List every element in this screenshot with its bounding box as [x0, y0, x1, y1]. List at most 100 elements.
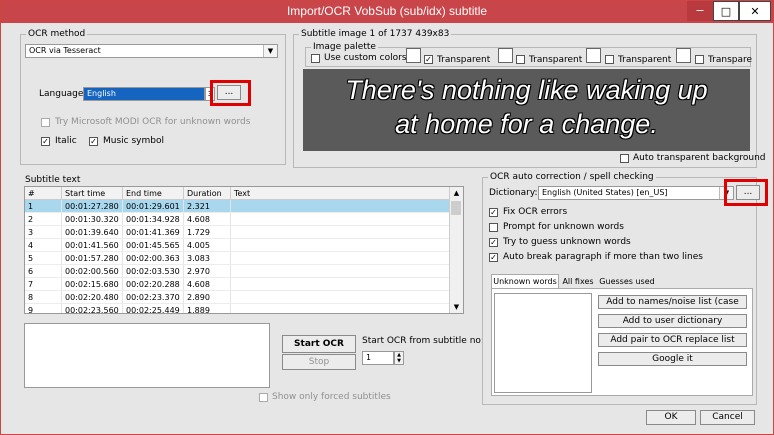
col-text[interactable]: Text — [230, 187, 451, 200]
italic-label: Italic — [55, 136, 77, 146]
list-scrollbar[interactable]: ▲ ▼ — [449, 187, 463, 313]
palette-color-3[interactable] — [586, 48, 601, 63]
transparent-label-3: Transparent — [618, 55, 672, 65]
start-from-spinner[interactable]: ▲ ▼ — [394, 351, 404, 365]
auto-transparent-checkbox[interactable] — [620, 154, 629, 163]
cell-end-time: 00:01:29.601 — [122, 199, 184, 213]
unknown-words-list[interactable] — [494, 293, 592, 393]
cell-text — [230, 251, 451, 265]
ocr-method-select[interactable]: OCR via Tesseract ▼ — [25, 44, 278, 58]
transparent-checkbox-2[interactable] — [516, 55, 525, 64]
cell-start-time: 00:01:27.280 — [61, 199, 123, 213]
subtitle-row[interactable]: 2 00:01:30.320 00:01:34.928 4.608 — [25, 212, 451, 226]
cell-number: 4 — [25, 238, 62, 252]
subtitle-row[interactable]: 9 00:02:23.560 00:02:25.449 1.889 — [25, 303, 451, 313]
subtitle-list[interactable]: # Start time End time Duration Text 1 00:… — [24, 186, 464, 314]
subtitle-row[interactable]: 5 00:01:57.280 00:02:00.363 3.083 — [25, 251, 451, 265]
highlight-box-2 — [724, 179, 768, 206]
subtitle-row[interactable]: 6 00:02:00.560 00:02:03.530 2.970 — [25, 264, 451, 278]
prompt-unknown-checkbox[interactable] — [489, 223, 498, 232]
transparent-checkbox-4[interactable] — [695, 55, 704, 64]
start-ocr-button[interactable]: Start OCR — [282, 335, 356, 353]
start-from-input[interactable]: 1 — [362, 351, 394, 365]
cell-text — [230, 212, 451, 226]
transparent-label-2: Transparent — [529, 55, 583, 65]
cell-start-time: 00:01:41.560 — [61, 238, 123, 252]
cell-number: 3 — [25, 225, 62, 239]
palette-color-4[interactable] — [676, 48, 691, 63]
guess-unknown-label: Try to guess unknown words — [503, 237, 631, 247]
tab-guesses-used[interactable]: Guesses used — [598, 275, 656, 289]
col-duration[interactable]: Duration — [183, 187, 231, 200]
scroll-thumb[interactable] — [451, 201, 461, 215]
cell-number: 8 — [25, 290, 62, 304]
tab-all-fixes[interactable]: All fixes — [561, 275, 595, 289]
transparent-checkbox-1[interactable]: ✓ — [424, 55, 433, 64]
minimize-button[interactable]: − — [687, 1, 713, 21]
stop-button[interactable]: Stop — [282, 354, 356, 370]
custom-colors-checkbox[interactable] — [311, 54, 320, 63]
google-it-button[interactable]: Google it — [598, 352, 747, 366]
cell-start-time: 00:01:57.280 — [61, 251, 123, 265]
forced-only-checkbox[interactable] — [259, 393, 268, 402]
subtitle-row[interactable]: 4 00:01:41.560 00:01:45.565 4.005 — [25, 238, 451, 252]
start-from-label: Start OCR from subtitle no: — [362, 336, 484, 346]
maximize-button[interactable]: □ — [713, 1, 739, 21]
ok-button[interactable]: OK — [646, 410, 696, 425]
tab-unknown-words[interactable]: Unknown words — [491, 274, 559, 289]
subtitle-row[interactable]: 3 00:01:39.640 00:01:41.369 1.729 — [25, 225, 451, 239]
cell-duration: 4.608 — [183, 212, 231, 226]
cell-text — [230, 199, 451, 213]
add-to-names-button[interactable]: Add to names/noise list (case — [598, 295, 747, 309]
auto-break-checkbox[interactable]: ✓ — [489, 253, 498, 262]
modi-label: Try Microsoft MODI OCR for unknown words — [55, 117, 251, 127]
dictionary-value: English (United States) [en_US] — [542, 188, 668, 197]
col-end-time[interactable]: End time — [122, 187, 184, 200]
language-select[interactable]: English — [83, 87, 205, 101]
fix-ocr-checkbox[interactable]: ✓ — [489, 208, 498, 217]
cell-number: 5 — [25, 251, 62, 265]
subtitle-table-header: # Start time End time Duration Text — [25, 187, 451, 200]
ocr-method-value: OCR via Tesseract — [29, 46, 101, 55]
italic-checkbox[interactable]: ✓ — [41, 137, 50, 146]
add-pair-button[interactable]: Add pair to OCR replace list — [598, 333, 747, 347]
language-label: Language — [39, 89, 84, 99]
cell-text — [230, 303, 451, 313]
dictionary-select[interactable]: English (United States) [en_US] ▼ — [538, 186, 734, 200]
transparent-checkbox-3[interactable] — [605, 55, 614, 64]
subtitle-row[interactable]: 7 00:02:15.680 00:02:20.288 4.608 — [25, 277, 451, 291]
scroll-up-icon[interactable]: ▲ — [450, 187, 463, 199]
palette-color-1[interactable] — [406, 48, 421, 63]
subtitle-table: # Start time End time Duration Text 1 00:… — [25, 187, 451, 313]
music-checkbox[interactable]: ✓ — [89, 137, 98, 146]
cell-duration: 3.083 — [183, 251, 231, 265]
add-to-user-dictionary-button[interactable]: Add to user dictionary — [598, 314, 747, 328]
prompt-unknown-label: Prompt for unknown words — [503, 222, 624, 232]
cell-text — [230, 225, 451, 239]
subtitle-row[interactable]: 8 00:02:20.480 00:02:23.370 2.890 — [25, 290, 451, 304]
cell-end-time: 00:02:20.288 — [122, 277, 184, 291]
guess-unknown-checkbox[interactable]: ✓ — [489, 238, 498, 247]
cancel-button[interactable]: Cancel — [700, 410, 755, 425]
cell-number: 1 — [25, 199, 62, 213]
dictionary-label: Dictionary: — [489, 188, 538, 198]
close-button[interactable]: ✕ — [739, 1, 771, 21]
cell-duration: 4.005 — [183, 238, 231, 252]
col-number[interactable]: # — [25, 187, 62, 200]
transparent-label-4: Transpare — [708, 55, 753, 65]
scroll-down-icon[interactable]: ▼ — [450, 301, 463, 313]
subtitle-row[interactable]: 1 00:01:27.280 00:01:29.601 2.321 — [25, 199, 451, 213]
cell-end-time: 00:02:25.449 — [122, 303, 184, 313]
window-title: Import/OCR VobSub (sub/idx) subtitle — [286, 4, 488, 18]
palette-color-2[interactable] — [498, 48, 513, 63]
subtitle-text-editor[interactable] — [24, 323, 270, 388]
import-ocr-dialog: Import/OCR VobSub (sub/idx) subtitle − □… — [0, 0, 774, 435]
preview-line-1: There's nothing like waking up — [345, 75, 708, 105]
cell-duration: 1.729 — [183, 225, 231, 239]
modi-checkbox[interactable] — [41, 118, 50, 127]
cell-duration: 2.970 — [183, 264, 231, 278]
highlight-box — [210, 80, 251, 106]
col-start-time[interactable]: Start time — [61, 187, 123, 200]
fix-ocr-label: Fix OCR errors — [503, 207, 568, 217]
cell-duration: 2.321 — [183, 199, 231, 213]
